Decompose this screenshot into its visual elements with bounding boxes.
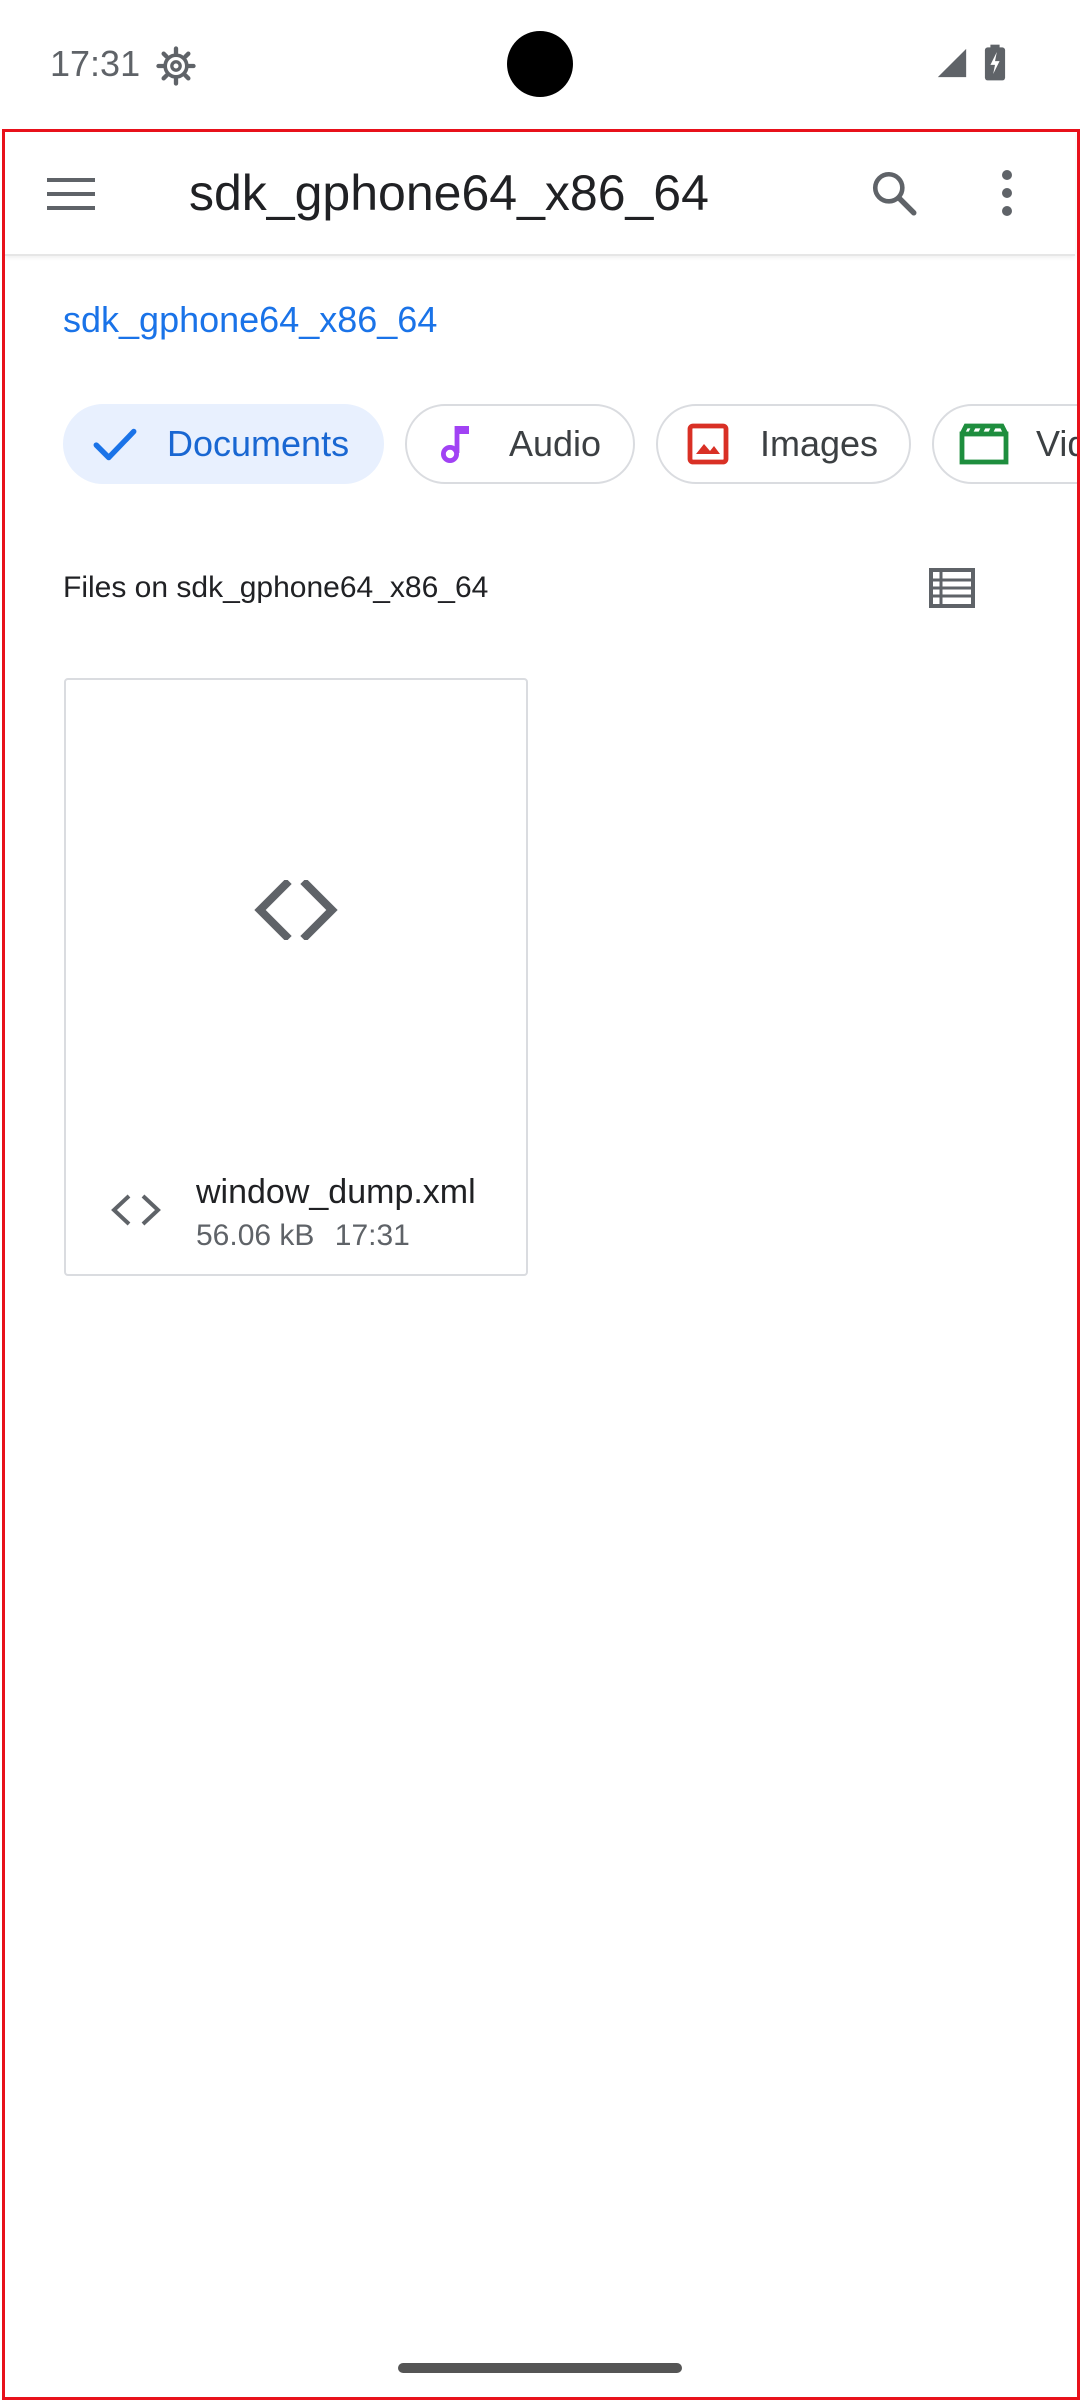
settings-gear-icon <box>156 46 196 86</box>
status-bar: 17:31 <box>0 0 1080 128</box>
chip-label: Images <box>760 423 879 464</box>
screen: 17:31 sdk_gphone64_x86_64 sdk_gphone64_x… <box>0 0 1080 2400</box>
hamburger-menu-icon[interactable] <box>39 162 103 226</box>
chip-audio[interactable]: Audio <box>405 404 635 484</box>
chip-label: Vid <box>1036 423 1080 464</box>
file-thumbnail <box>66 680 526 1140</box>
file-size: 56.06 kB <box>196 1219 315 1252</box>
file-name: window_dump.xml <box>196 1173 476 1211</box>
chip-images[interactable]: Images <box>656 404 911 484</box>
gesture-nav-bar[interactable] <box>398 2363 682 2373</box>
file-time: 17:31 <box>334 1219 410 1252</box>
toolbar-title: sdk_gphone64_x86_64 <box>189 165 709 221</box>
more-vert-icon[interactable] <box>985 160 1029 226</box>
code-icon <box>106 1180 166 1240</box>
cell-signal-icon <box>935 46 969 80</box>
code-icon <box>254 880 338 940</box>
list-view-icon[interactable] <box>920 560 984 616</box>
battery-charging-icon <box>984 44 1006 82</box>
camera-cutout <box>507 31 573 97</box>
status-time: 17:31 <box>50 43 141 84</box>
music-note-icon <box>431 418 483 470</box>
breadcrumb-root[interactable]: sdk_gphone64_x86_64 <box>63 296 437 344</box>
chip-videos[interactable]: Vid <box>932 404 1080 484</box>
check-icon <box>89 418 141 470</box>
file-meta: 56.06 kB 17:31 <box>196 1216 410 1256</box>
filter-chips: Documents Audio Images Vid <box>63 404 1080 488</box>
app-toolbar: sdk_gphone64_x86_64 <box>5 132 1075 256</box>
chip-label: Documents <box>167 423 350 464</box>
image-icon <box>682 418 734 470</box>
movie-icon <box>958 418 1010 470</box>
section-header: Files on sdk_gphone64_x86_64 <box>63 571 489 604</box>
chip-label: Audio <box>509 423 602 464</box>
chip-documents[interactable]: Documents <box>63 404 384 484</box>
file-card[interactable]: window_dump.xml 56.06 kB 17:31 <box>64 678 528 1276</box>
search-icon[interactable] <box>861 160 927 226</box>
